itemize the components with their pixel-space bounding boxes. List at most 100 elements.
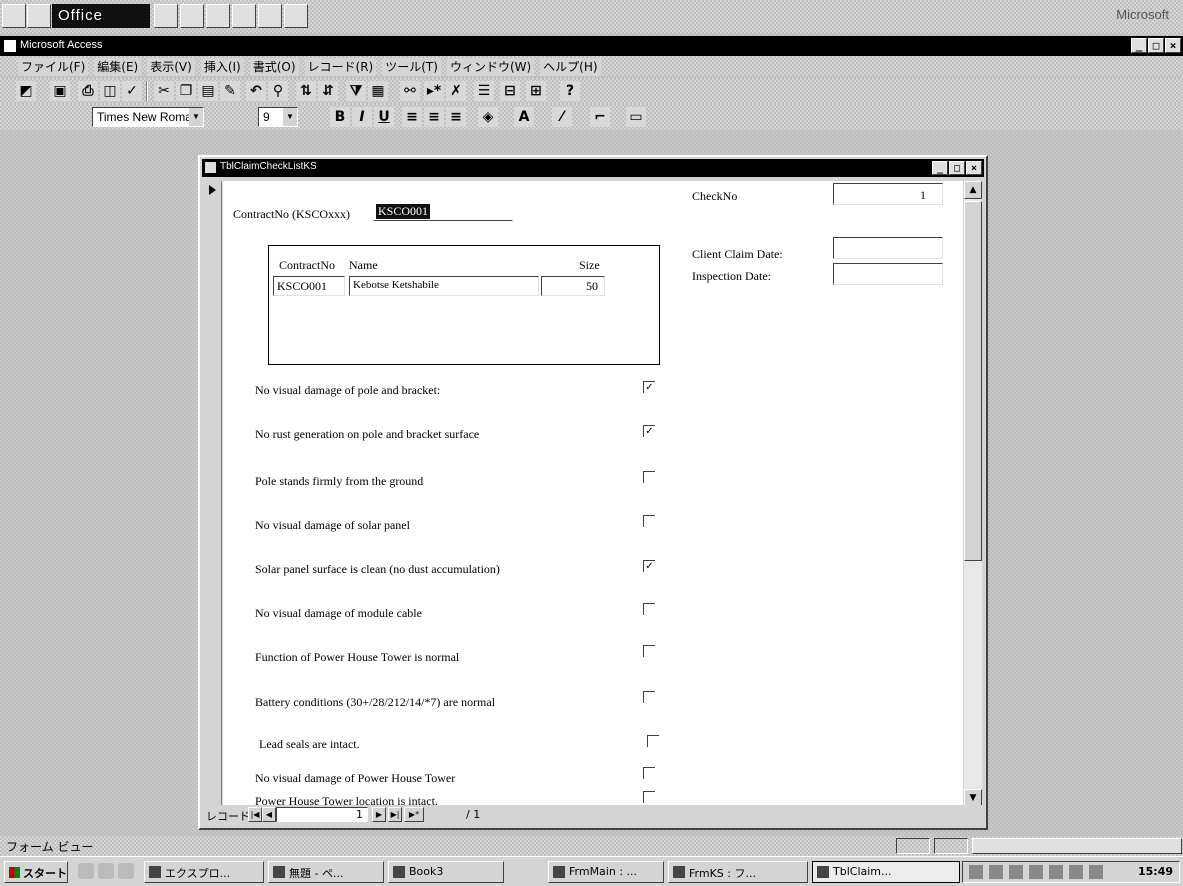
menu-file[interactable]: ファイル(F) (18, 58, 89, 76)
office-tools-icon[interactable] (232, 4, 256, 28)
special-effect-icon[interactable]: ▭ (626, 107, 646, 127)
sort-descending-icon[interactable]: ⇵ (318, 81, 338, 101)
view-icon[interactable]: ◩ (16, 81, 36, 101)
font-name-combo[interactable]: Times New Roman ▼ (92, 107, 204, 127)
copy-icon[interactable]: ❐ (176, 81, 196, 101)
checkbox-pole-rust[interactable]: ✓ (643, 425, 655, 437)
chevron-down-icon[interactable]: ▼ (189, 108, 203, 126)
undo-icon[interactable]: ↶ (246, 81, 266, 101)
form-maximize-button[interactable]: □ (949, 161, 965, 175)
printer-icon[interactable] (1089, 865, 1103, 879)
start-button[interactable]: スタート (4, 861, 68, 883)
task-frmks[interactable]: FrmKS : フ... (668, 861, 808, 883)
task-frmmain[interactable]: FrmMain : ... (548, 861, 664, 883)
new-record-icon[interactable]: ▸* (424, 81, 444, 101)
office-explorer-icon[interactable] (206, 4, 230, 28)
checkbox-tower-damage[interactable] (643, 767, 655, 779)
paste-icon[interactable]: ▤ (198, 81, 218, 101)
checkbox-lead-seals[interactable] (647, 735, 659, 747)
office-menu-icon[interactable] (2, 4, 26, 28)
cut-icon[interactable]: ✂ (154, 81, 174, 101)
menu-format[interactable]: 書式(O) (249, 58, 299, 76)
menu-help[interactable]: ヘルプ(H) (540, 58, 601, 76)
checkbox-tower-location[interactable] (643, 791, 655, 803)
battery-icon[interactable] (1069, 865, 1083, 879)
first-record-icon[interactable]: |◀ (248, 807, 262, 822)
checkbox-tower-function[interactable] (643, 645, 655, 657)
sort-ascending-icon[interactable]: ⇅ (296, 81, 316, 101)
office-doc-icon[interactable] (154, 4, 178, 28)
new-record-nav-icon[interactable]: ▶* (404, 807, 424, 822)
delete-record-icon[interactable]: ✗ (446, 81, 466, 101)
contract-no-field[interactable]: KSCO001 (373, 201, 513, 221)
filter-by-form-icon[interactable]: ▦ (368, 81, 388, 101)
chevron-down-icon[interactable]: ▼ (283, 108, 297, 126)
underline-icon[interactable]: U (374, 107, 394, 127)
inspection-date-field[interactable] (833, 263, 943, 285)
antivirus-icon[interactable] (1029, 865, 1043, 879)
office-answer-icon[interactable] (258, 4, 282, 28)
volume-icon[interactable] (1049, 865, 1063, 879)
subform-name-cell[interactable]: Kebotse Ketshabile (349, 276, 539, 296)
fill-color-icon[interactable]: ◈ (478, 107, 498, 127)
database-window-icon[interactable]: ⊟ (500, 81, 520, 101)
scroll-up-icon[interactable]: ▲ (964, 181, 982, 199)
subform-contractno-cell[interactable]: KSCO001 (273, 276, 345, 296)
record-selector[interactable] (204, 181, 222, 807)
align-center-icon[interactable]: ≡ (424, 107, 444, 127)
checkbox-panel-clean[interactable]: ✓ (643, 560, 655, 572)
desktop-quicklaunch-icon[interactable] (118, 863, 134, 879)
checkbox-panel-damage[interactable] (643, 515, 655, 527)
outlook-quicklaunch-icon[interactable] (98, 863, 114, 879)
print-preview-icon[interactable]: ◫ (100, 81, 120, 101)
client-claim-date-field[interactable] (833, 237, 943, 259)
pen-icon[interactable] (969, 865, 983, 879)
subform-size-cell[interactable]: 50 (541, 276, 605, 296)
checkbox-pole-damage[interactable]: ✓ (643, 381, 655, 393)
menu-view[interactable]: 表示(V) (147, 58, 195, 76)
spelling-icon[interactable]: ✓ (122, 81, 142, 101)
checkbox-module-cable[interactable] (643, 603, 655, 615)
align-right-icon[interactable]: ≡ (446, 107, 466, 127)
line-color-icon[interactable]: ⁄ (552, 107, 572, 127)
menu-edit[interactable]: 編集(E) (94, 58, 142, 76)
properties-icon[interactable]: ☰ (474, 81, 494, 101)
check-no-field[interactable]: 1 (833, 183, 943, 205)
last-record-icon[interactable]: ▶| (388, 807, 402, 822)
next-record-icon[interactable]: ▶ (372, 807, 386, 822)
menu-window[interactable]: ウィンドウ(W) (446, 58, 535, 76)
hyperlink-icon[interactable]: ⚲ (268, 81, 288, 101)
network-icon[interactable] (989, 865, 1003, 879)
office-excel-icon[interactable] (180, 4, 204, 28)
access-app-icon[interactable] (4, 40, 16, 52)
access-maximize-button[interactable]: □ (1148, 38, 1164, 53)
ie-quicklaunch-icon[interactable] (78, 863, 94, 879)
form-close-button[interactable]: × (966, 161, 982, 175)
previous-record-icon[interactable]: ◀ (262, 807, 276, 822)
access-close-button[interactable]: × (1165, 38, 1181, 53)
task-explorer[interactable]: エクスプロ... (144, 861, 264, 883)
task-book3[interactable]: Book3 (388, 861, 504, 883)
help-icon[interactable]: ? (560, 81, 580, 101)
checkbox-battery[interactable] (643, 691, 655, 703)
checkbox-pole-firm[interactable] (643, 471, 655, 483)
form-icon[interactable] (205, 162, 216, 173)
task-tblclaim[interactable]: TblClaim... (812, 861, 960, 883)
new-object-icon[interactable]: ⊞ (526, 81, 546, 101)
menu-records[interactable]: レコード(R) (304, 58, 377, 76)
scroll-thumb[interactable] (964, 201, 982, 561)
ime-toolbar[interactable] (972, 838, 1182, 854)
bold-icon[interactable]: B (330, 107, 350, 127)
form-vertical-scrollbar[interactable]: ▲ ▼ (964, 181, 982, 807)
office-app-icon[interactable] (27, 4, 51, 28)
ime-icon[interactable] (1009, 865, 1023, 879)
form-minimize-button[interactable]: _ (932, 161, 948, 175)
save-icon[interactable]: ▣ (50, 81, 70, 101)
menu-tools[interactable]: ツール(T) (382, 58, 441, 76)
font-size-combo[interactable]: 9 ▼ (258, 107, 298, 127)
print-icon[interactable]: ⎙ (78, 81, 98, 101)
office-powerpoint-icon[interactable] (284, 4, 308, 28)
font-color-icon[interactable]: A (514, 107, 534, 127)
line-width-icon[interactable]: ⌐ (590, 107, 610, 127)
current-record-field[interactable]: 1 (276, 807, 368, 822)
